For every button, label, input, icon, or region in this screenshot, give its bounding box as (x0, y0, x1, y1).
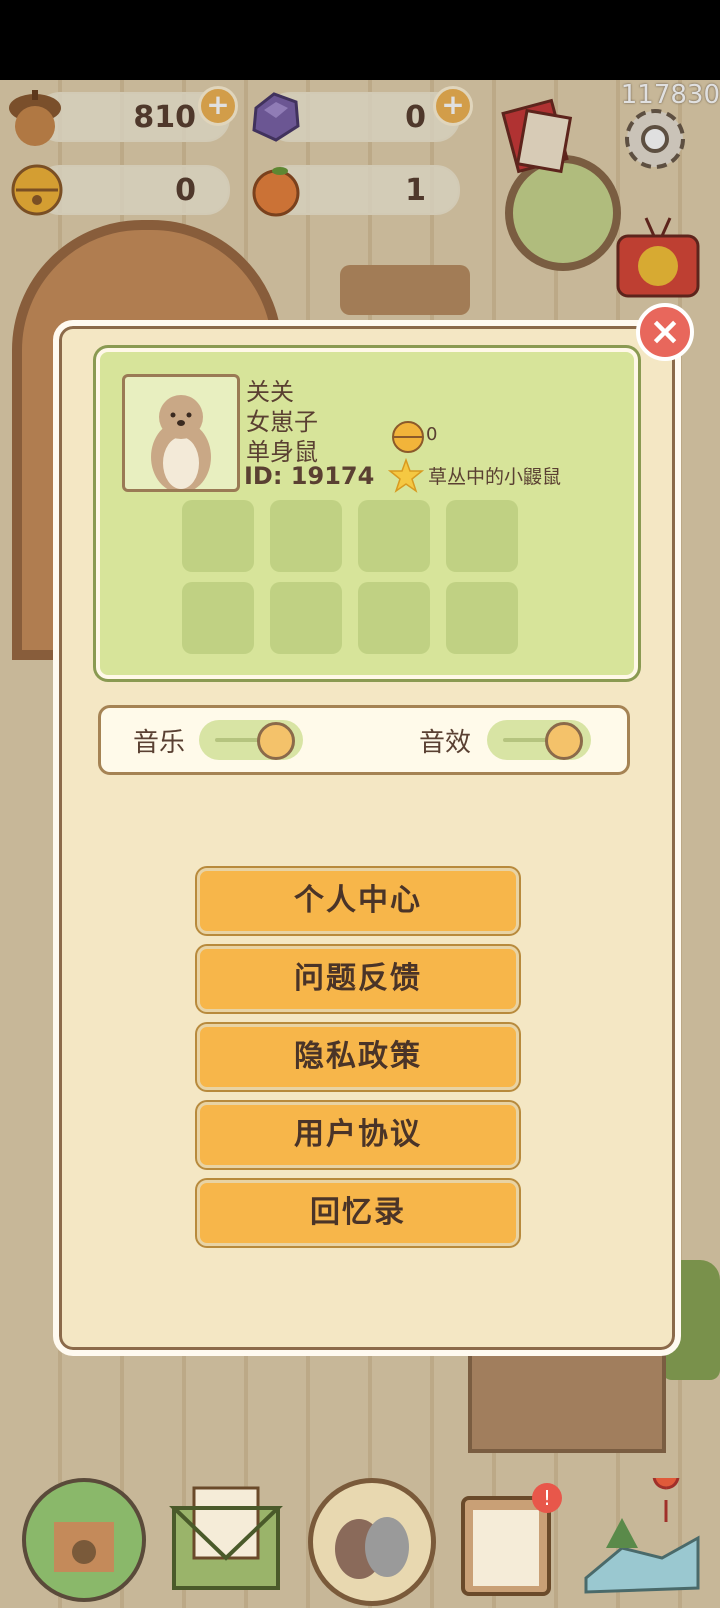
status-bar-area (0, 0, 720, 80)
badge-slot[interactable] (270, 500, 342, 572)
badge-slot[interactable] (446, 500, 518, 572)
home-nav-button[interactable] (22, 1478, 146, 1602)
toggle-knob-icon (257, 722, 295, 760)
envelope-icon (169, 1486, 283, 1590)
otter-avatar-icon (151, 395, 211, 489)
audio-settings: 音乐 音效 (98, 705, 630, 775)
svg-text:!: ! (543, 1486, 551, 1510)
close-icon: × (649, 309, 681, 353)
close-button[interactable]: × (636, 303, 694, 361)
badge-slot[interactable] (358, 582, 430, 654)
privacy-policy-button[interactable]: 隐私政策 (197, 1024, 519, 1090)
personal-center-button[interactable]: 个人中心 (197, 868, 519, 934)
star-icon (387, 457, 425, 498)
badge-slot[interactable] (270, 582, 342, 654)
house-icon (54, 1522, 114, 1572)
badge-slot[interactable] (182, 582, 254, 654)
sfx-toggle[interactable] (487, 720, 591, 760)
sfx-label: 音效 (419, 728, 472, 758)
map-icon (584, 1462, 700, 1594)
music-label: 音乐 (133, 728, 186, 758)
clipboard-icon: ! (461, 1483, 562, 1596)
bell-icon (390, 418, 426, 458)
mail-nav-button[interactable] (166, 1478, 286, 1602)
badge-slot[interactable] (182, 500, 254, 572)
music-toggle[interactable] (199, 720, 303, 760)
player-id: ID: 19174 (244, 462, 375, 490)
badge-slot[interactable] (358, 500, 430, 572)
badge-slot[interactable] (446, 582, 518, 654)
profile-bell-count: 0 (426, 424, 438, 445)
toggle-knob-icon (545, 722, 583, 760)
collection-nav-button[interactable] (308, 1478, 436, 1606)
critters-icon (335, 1517, 409, 1579)
feedback-button[interactable]: 问题反馈 (197, 946, 519, 1012)
profile-card: 关关 女崽子 单身鼠 ID: 19174 0 草丛中的小鼹鼠 (96, 348, 638, 679)
map-nav-button[interactable] (582, 1462, 702, 1602)
player-rank: 草丛中的小鼹鼠 (428, 466, 562, 488)
memoir-button[interactable]: 回忆录 (197, 1180, 519, 1246)
avatar[interactable] (122, 374, 240, 492)
tasks-nav-button[interactable]: ! (455, 1478, 565, 1602)
user-agreement-button[interactable]: 用户协议 (197, 1102, 519, 1168)
